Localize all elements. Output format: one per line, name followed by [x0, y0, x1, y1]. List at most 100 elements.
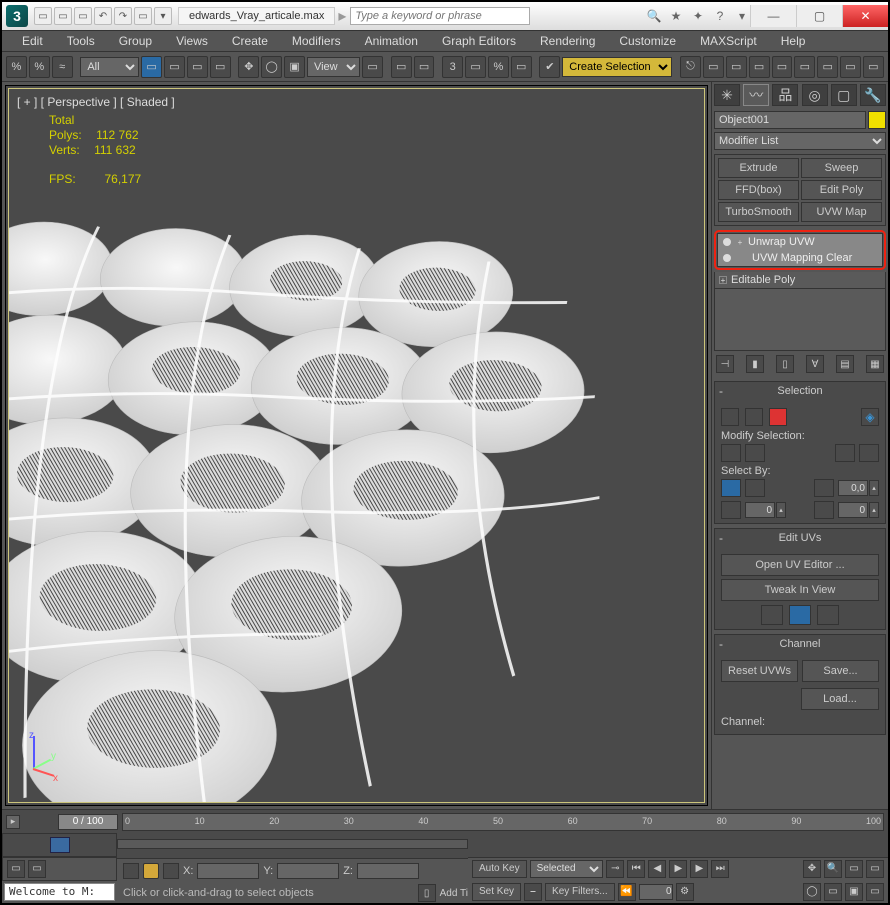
nav-walk-icon[interactable]: ▭	[824, 883, 842, 901]
redo-icon[interactable]: ↷	[114, 7, 132, 25]
pin-stack-icon[interactable]: ⊣	[716, 355, 734, 373]
stack-options-icon[interactable]: ▦	[866, 355, 884, 373]
menu-rendering[interactable]: Rendering	[528, 31, 607, 51]
link-icon[interactable]: %	[6, 56, 27, 78]
rollup-header[interactable]: - Selection	[715, 382, 885, 400]
goto-end-icon[interactable]: ⏭	[711, 860, 729, 878]
spinner-icon[interactable]: ▴	[869, 480, 879, 496]
autokey-button[interactable]: Auto Key	[472, 860, 527, 878]
layers-icon[interactable]: ▭	[726, 56, 747, 78]
menu-edit[interactable]: Edit	[10, 31, 55, 51]
vertex-subobj-icon[interactable]	[721, 408, 739, 426]
menu-create[interactable]: Create	[220, 31, 280, 51]
select-object-icon[interactable]: ▭	[141, 56, 162, 78]
object-name-field[interactable]	[714, 111, 866, 129]
mini-tools-icon[interactable]: ▭	[28, 860, 46, 878]
menu-group[interactable]: Group	[107, 31, 164, 51]
favorite-icon[interactable]: ★	[668, 8, 684, 24]
pctsnap-icon[interactable]: %	[488, 56, 509, 78]
face-subobj-icon[interactable]	[769, 408, 787, 426]
play-icon[interactable]: ▶	[669, 860, 687, 878]
current-frame-field[interactable]	[639, 884, 673, 900]
lock-icon[interactable]	[143, 863, 159, 879]
nav-other-icon[interactable]: ▭	[866, 883, 884, 901]
planar-angle-field[interactable]	[838, 480, 868, 496]
selection-filter-dropdown[interactable]: All	[80, 57, 139, 77]
trackbar-mini[interactable]	[2, 833, 117, 857]
nav-extents-icon[interactable]: ▭	[866, 860, 884, 878]
mod-ffdbox-button[interactable]: FFD(box)	[718, 180, 799, 200]
render-icon[interactable]: ▭	[863, 56, 884, 78]
spinnersnap-icon[interactable]: ▭	[511, 56, 532, 78]
goto-start-icon[interactable]: ⏮	[627, 860, 645, 878]
menu-customize[interactable]: Customize	[607, 31, 688, 51]
matid-icon[interactable]	[721, 501, 741, 519]
stack-item-editablepoly[interactable]: + Editable Poly	[715, 272, 885, 288]
editnamed-icon[interactable]: ✔	[539, 56, 560, 78]
coord-z-field[interactable]	[357, 863, 419, 879]
object-color-swatch[interactable]	[868, 111, 886, 129]
render-frame-icon[interactable]: ▭	[840, 56, 861, 78]
stack-item-unwrap[interactable]: + Unwrap UVW	[718, 234, 882, 250]
trackview-icon[interactable]	[50, 837, 70, 853]
grow-icon[interactable]	[721, 444, 741, 462]
prev-frame-icon[interactable]: ◀	[648, 860, 666, 878]
save-icon[interactable]: ▭	[74, 7, 92, 25]
link-icon[interactable]: ▭	[134, 7, 152, 25]
keymode-dropdown[interactable]: Selected	[530, 860, 604, 878]
schematic-icon[interactable]: ▭	[772, 56, 793, 78]
named-selection-dropdown[interactable]: Create Selection Se	[562, 57, 672, 77]
load-uvws-button[interactable]: Load...	[801, 688, 879, 710]
mini-tv-icon[interactable]: ▭	[7, 860, 25, 878]
sg-field[interactable]	[838, 502, 868, 518]
viewport-label[interactable]: [ + ] [ Perspective ] [ Shaded ]	[17, 95, 175, 109]
menu-help[interactable]: Help	[769, 31, 818, 51]
rollup-header[interactable]: - Channel	[715, 635, 885, 653]
add-time-label[interactable]: Add Ti	[440, 888, 468, 899]
abs-rel-icon[interactable]	[163, 863, 179, 879]
motion-panel-icon[interactable]: ◎	[802, 84, 828, 106]
modifier-list-dropdown[interactable]: Modifier List	[714, 132, 886, 150]
keyfilters-button[interactable]: Key Filters...	[545, 883, 615, 901]
lightbulb-icon[interactable]	[722, 237, 732, 247]
close-button[interactable]: ✕	[842, 5, 888, 27]
maxscript-mini-listener[interactable]: Welcome to M:	[4, 883, 115, 902]
app-menu-icon[interactable]: 3	[6, 5, 28, 27]
coord-x-field[interactable]	[197, 863, 259, 879]
sel-lock-icon[interactable]	[123, 863, 139, 879]
expand-icon[interactable]: +	[736, 238, 744, 246]
curve-editor-icon[interactable]: ▭	[749, 56, 770, 78]
nav-pan-icon[interactable]: ✥	[803, 860, 821, 878]
nav-fov-icon[interactable]: ▭	[845, 860, 863, 878]
save-uvws-button[interactable]: Save...	[802, 660, 879, 682]
select-name-icon[interactable]: ▭	[164, 56, 185, 78]
nav-zoom-icon[interactable]: 🔍	[824, 860, 842, 878]
help-drop-icon[interactable]: ▾	[734, 8, 750, 24]
window-cross-icon[interactable]: ▭	[210, 56, 231, 78]
undo-icon[interactable]: ↶	[94, 7, 112, 25]
spinner-icon[interactable]: ▴	[776, 502, 786, 518]
mod-uvwmap-button[interactable]: UVW Map	[801, 202, 882, 222]
track-bar[interactable]	[117, 839, 468, 849]
mod-extrude-button[interactable]: Extrude	[718, 158, 799, 178]
menu-tools[interactable]: Tools	[55, 31, 107, 51]
stack-item-uvwclear[interactable]: UVW Mapping Clear	[718, 250, 882, 266]
new-icon[interactable]: ▭	[34, 7, 52, 25]
menu-grapheditors[interactable]: Graph Editors	[430, 31, 528, 51]
remove-mod-icon[interactable]: ∀	[806, 355, 824, 373]
keymode-icon[interactable]: ⊸	[606, 860, 624, 878]
angle-icon[interactable]	[745, 479, 765, 497]
subscription-icon[interactable]: ✦	[690, 8, 706, 24]
minimize-button[interactable]: —	[750, 5, 796, 27]
display-panel-icon[interactable]: ▢	[831, 84, 857, 106]
planar-icon[interactable]	[721, 479, 741, 497]
setkey-big-icon[interactable]: ⎯	[524, 883, 542, 901]
tweak-in-view-button[interactable]: Tweak In View	[721, 579, 879, 601]
timeline-expand-icon[interactable]: ▸	[6, 815, 20, 829]
show-end-icon[interactable]: ▮	[746, 355, 764, 373]
mirror-icon[interactable]: ⎋	[680, 56, 701, 78]
sg-icon[interactable]	[814, 501, 834, 519]
create-panel-icon[interactable]: ✳	[714, 84, 740, 106]
select-region-icon[interactable]: ▭	[187, 56, 208, 78]
scale-icon[interactable]: ▣	[284, 56, 305, 78]
